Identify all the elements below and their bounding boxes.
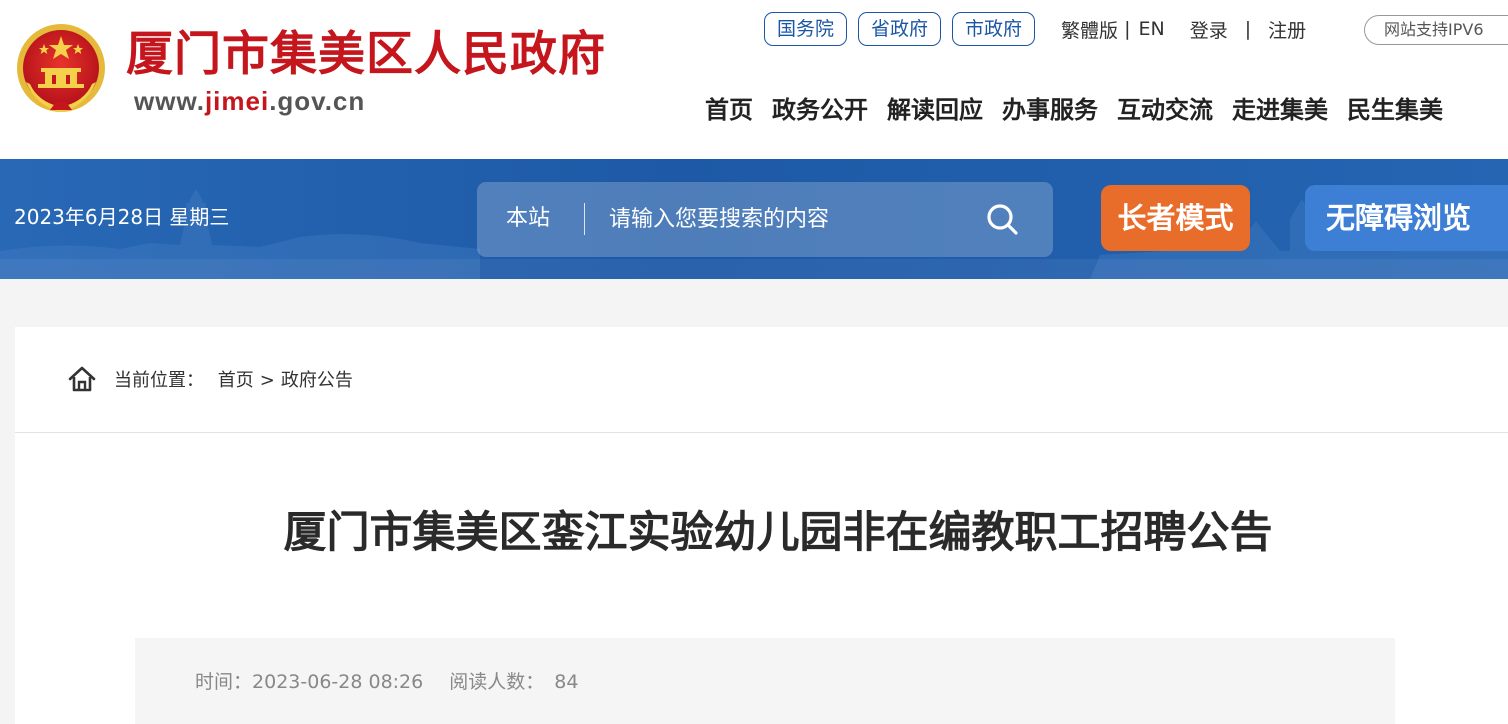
current-date: 2023年6月28日 星期三 — [14, 205, 230, 229]
search-input[interactable] — [609, 200, 969, 238]
nav-government-affairs[interactable]: 政务公开 — [772, 92, 868, 128]
nav-livelihood[interactable]: 民生集美 — [1347, 92, 1443, 128]
link-traditional-chinese[interactable]: 繁體版 — [1061, 16, 1118, 43]
register-link[interactable]: 注册 — [1268, 16, 1306, 43]
search-scope-select[interactable]: 本站 — [506, 204, 550, 234]
article-meta: 时间：2023-06-28 08:26 阅读人数： 84 — [135, 638, 1395, 724]
breadcrumb-separator: > — [259, 370, 275, 391]
article-title: 厦门市集美区銮江实验幼儿园非在编教职工招聘公告 — [283, 508, 1273, 558]
url-highlight: jimei — [204, 86, 270, 116]
site-url: www.jimei.gov.cn — [134, 86, 365, 116]
divider: | — [1244, 18, 1252, 40]
home-icon — [68, 366, 96, 392]
site-title[interactable]: 厦门市集美区人民政府 — [126, 27, 606, 83]
breadcrumb-announcements-link[interactable]: 政府公告 — [281, 370, 353, 391]
breadcrumb: 当前位置： 首页 > 政府公告 — [15, 327, 1508, 433]
meta-text: 时间：2023-06-28 08:26 阅读人数： 84 — [195, 668, 578, 696]
time-value: 2023-06-28 08:26 — [252, 671, 424, 693]
url-prefix: www. — [134, 86, 205, 116]
link-state-council[interactable]: 国务院 — [764, 12, 848, 46]
url-suffix: .gov.cn — [269, 86, 366, 116]
search-divider — [584, 203, 585, 235]
time-label: 时间： — [195, 671, 253, 693]
ipv6-badge: 网站支持IPV6 — [1364, 15, 1508, 45]
breadcrumb-trail: 当前位置： 首页 > 政府公告 — [114, 368, 353, 394]
nav-interpretation[interactable]: 解读回应 — [887, 92, 983, 128]
accessible-browse-button[interactable]: 无障碍浏览 — [1305, 185, 1508, 251]
link-provincial-gov[interactable]: 省政府 — [858, 12, 942, 46]
breadcrumb-label: 当前位置： — [114, 370, 204, 391]
content-panel: 当前位置： 首页 > 政府公告 厦门市集美区銮江实验幼儿园非在编教职工招聘公告 时间… — [15, 327, 1508, 724]
top-links: 国务院 省政府 市政府 繁體版 | EN 登录 | 注册 — [764, 12, 1306, 46]
divider: | — [1124, 18, 1131, 40]
search-box: 本站 — [477, 182, 1053, 257]
views-label: 阅读人数： — [449, 671, 545, 693]
elder-mode-button[interactable]: 长者模式 — [1101, 185, 1250, 251]
login-link[interactable]: 登录 — [1190, 16, 1228, 43]
banner: 2023年6月28日 星期三 本站 长者模式 无障碍浏览 — [0, 159, 1508, 279]
site-header: 厦门市集美区人民政府 www.jimei.gov.cn 国务院 省政府 市政府 … — [0, 0, 1508, 159]
nav-interaction[interactable]: 互动交流 — [1117, 92, 1213, 128]
main-nav: 首页 政务公开 解读回应 办事服务 互动交流 走进集美 民生集美 — [705, 92, 1462, 128]
link-city-gov[interactable]: 市政府 — [952, 12, 1036, 46]
nav-services[interactable]: 办事服务 — [1002, 92, 1098, 128]
nav-about-jimei[interactable]: 走进集美 — [1232, 92, 1328, 128]
breadcrumb-home-link[interactable]: 首页 — [218, 370, 254, 391]
nav-home[interactable]: 首页 — [705, 92, 753, 128]
link-english[interactable]: EN — [1138, 18, 1164, 40]
search-icon[interactable] — [983, 200, 1023, 240]
views-count: 84 — [554, 671, 579, 693]
national-emblem-icon — [17, 24, 105, 112]
